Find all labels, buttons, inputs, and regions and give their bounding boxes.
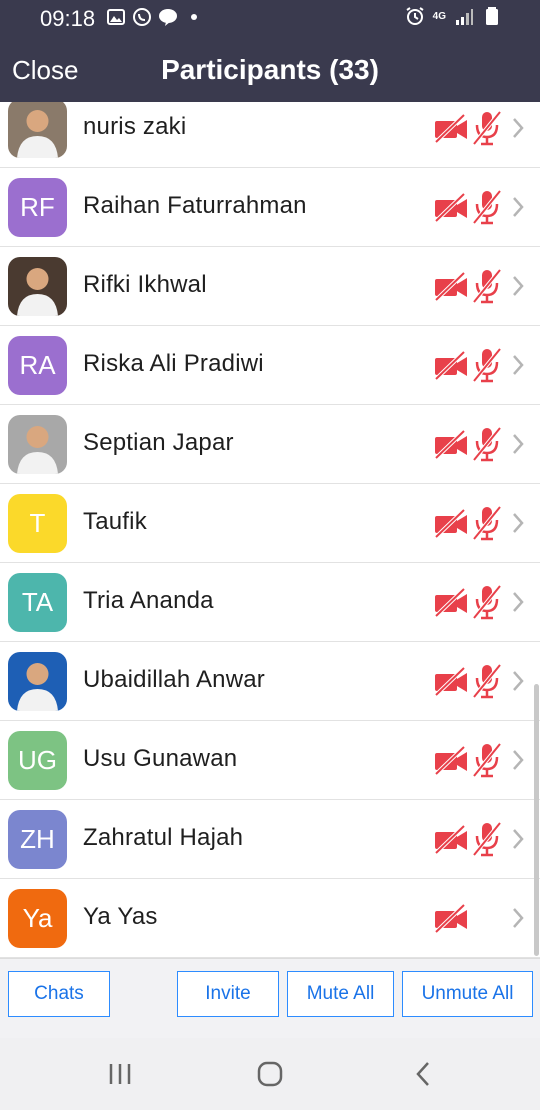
battery-icon <box>486 7 498 25</box>
mic-off-icon <box>471 821 503 857</box>
participant-row[interactable]: T Taufik <box>0 484 540 563</box>
mic-off-icon <box>471 268 503 304</box>
avatar <box>8 415 67 474</box>
participant-row[interactable]: RF Raihan Faturrahman <box>0 168 540 247</box>
participant-name: Riska Ali Pradiwi <box>83 350 264 377</box>
video-off-icon <box>433 666 469 697</box>
participant-row[interactable]: nuris zaki <box>0 102 540 168</box>
avatar: Ya <box>8 889 67 948</box>
home-icon[interactable] <box>256 1060 284 1088</box>
mute-all-button[interactable]: Mute All <box>287 971 394 1017</box>
participant-row[interactable]: Ubaidillah Anwar <box>0 642 540 721</box>
participant-row[interactable]: Septian Japar <box>0 405 540 484</box>
participant-row[interactable]: Ya Ya Yas <box>0 879 540 958</box>
video-off-icon <box>433 903 469 934</box>
participant-name: Zahratul Hajah <box>83 824 244 851</box>
participant-name: Ubaidillah Anwar <box>83 666 265 693</box>
video-off-icon <box>433 192 469 223</box>
avatar: TA <box>8 573 67 632</box>
participant-name: Tria Ananda <box>83 587 214 614</box>
chevron-right-icon[interactable] <box>509 510 527 536</box>
video-off-icon <box>433 587 469 618</box>
chevron-right-icon[interactable] <box>509 194 527 220</box>
chevron-right-icon[interactable] <box>509 352 527 378</box>
participant-name: nuris zaki <box>83 113 187 140</box>
avatar: RA <box>8 336 67 395</box>
avatar-initials: RF <box>20 192 55 222</box>
avatar <box>8 102 67 158</box>
scrollbar[interactable] <box>534 684 539 956</box>
avatar: ZH <box>8 810 67 869</box>
video-off-icon <box>433 113 469 144</box>
unmute-all-button[interactable]: Unmute All <box>402 971 533 1017</box>
recent-apps-icon[interactable] <box>106 1060 134 1088</box>
avatar: UG <box>8 731 67 790</box>
notification-icons <box>106 7 204 27</box>
chevron-right-icon[interactable] <box>509 115 527 141</box>
chevron-right-icon[interactable] <box>509 747 527 773</box>
alarm-icon <box>406 7 424 25</box>
avatar-initials: UG <box>18 745 57 775</box>
system-nav-bar <box>0 1038 540 1110</box>
participant-row[interactable]: ZH Zahratul Hajah <box>0 800 540 879</box>
signal-icon <box>456 9 473 25</box>
participant-row[interactable]: RA Riska Ali Pradiwi <box>0 326 540 405</box>
chevron-right-icon[interactable] <box>509 589 527 615</box>
gallery-icon <box>107 9 125 25</box>
participant-name: Taufik <box>83 508 147 535</box>
avatar-initials: RA <box>19 350 56 380</box>
participant-name: Usu Gunawan <box>83 745 238 772</box>
mic-off-icon <box>471 347 503 383</box>
chevron-right-icon[interactable] <box>509 905 527 931</box>
chats-button[interactable]: Chats <box>8 971 110 1017</box>
video-off-icon <box>433 745 469 776</box>
participant-name: Ya Yas <box>83 903 158 930</box>
app-header: Close Participants (33) <box>0 38 540 102</box>
participants-list[interactable]: nuris zaki RF Raihan Faturrahman Rifki Ikhw… <box>0 102 540 958</box>
mic-off-icon <box>471 110 503 146</box>
participant-name: Rifki Ikhwal <box>83 271 207 298</box>
video-off-icon <box>433 508 469 539</box>
system-icons: 4G <box>405 6 502 26</box>
chevron-right-icon[interactable] <box>509 431 527 457</box>
mic-off-icon <box>471 584 503 620</box>
avatar-initials: T <box>29 508 46 538</box>
avatar-initials: ZH <box>20 824 55 854</box>
avatar: T <box>8 494 67 553</box>
back-icon[interactable] <box>410 1060 438 1088</box>
status-time: 09:18 <box>40 6 96 31</box>
participant-name: Septian Japar <box>83 429 234 456</box>
page-title: Participants (33) <box>161 54 379 85</box>
bottom-toolbar: Chats Invite Mute All Unmute All <box>0 958 540 1038</box>
video-off-icon <box>433 271 469 302</box>
status-bar: 09:18 4G <box>0 0 540 38</box>
participant-row[interactable]: TA Tria Ananda <box>0 563 540 642</box>
invite-button[interactable]: Invite <box>177 971 279 1017</box>
chevron-right-icon[interactable] <box>509 668 527 694</box>
chevron-right-icon[interactable] <box>509 273 527 299</box>
avatar <box>8 652 67 711</box>
participant-row[interactable]: UG Usu Gunawan <box>0 721 540 800</box>
mic-off-icon <box>471 663 503 699</box>
chevron-right-icon[interactable] <box>509 826 527 852</box>
line-icon <box>159 9 177 26</box>
avatar-initials: TA <box>21 587 54 617</box>
whatsapp-icon <box>133 8 151 26</box>
mic-off-icon <box>471 426 503 462</box>
participant-name: Raihan Faturrahman <box>83 192 307 219</box>
avatar-initials: Ya <box>22 903 53 933</box>
participant-row[interactable]: Rifki Ikhwal <box>0 247 540 326</box>
video-off-icon <box>433 824 469 855</box>
network-type: 4G <box>432 10 446 22</box>
video-off-icon <box>433 429 469 460</box>
mic-off-icon <box>471 505 503 541</box>
video-off-icon <box>433 350 469 381</box>
dot-icon <box>191 14 197 20</box>
mic-off-icon <box>471 189 503 225</box>
mic-off-icon <box>471 742 503 778</box>
avatar: RF <box>8 178 67 237</box>
avatar <box>8 257 67 316</box>
